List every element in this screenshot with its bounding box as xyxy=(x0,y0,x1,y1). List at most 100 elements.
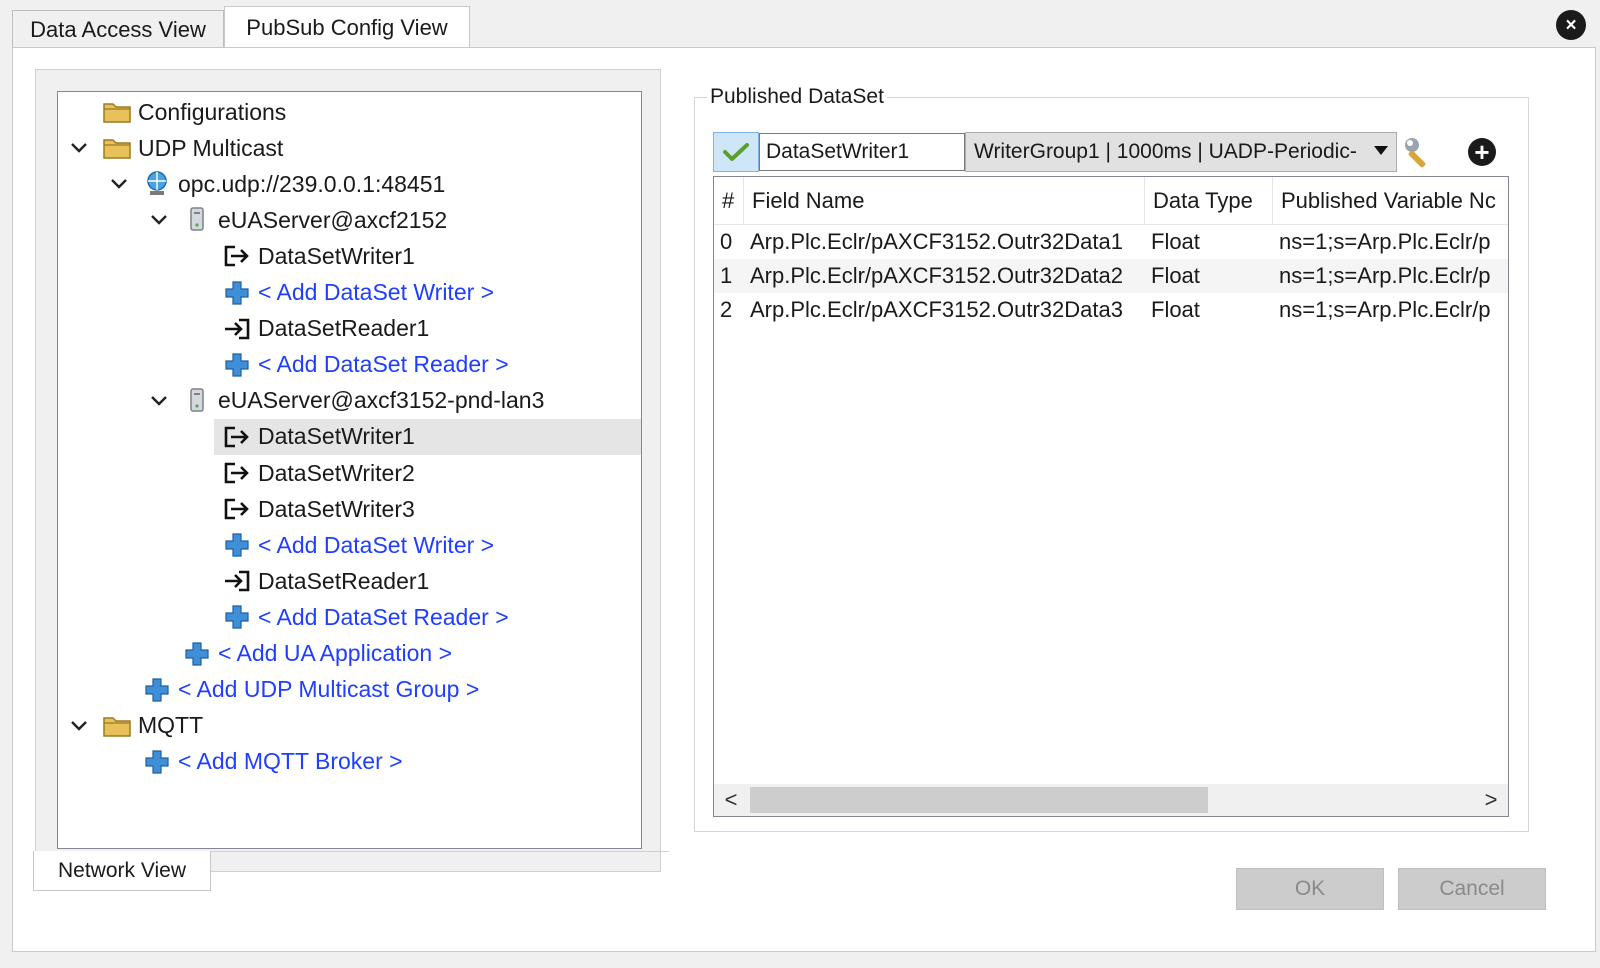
ok-button[interactable]: OK xyxy=(1236,868,1384,910)
chevron-down-icon xyxy=(1374,146,1388,155)
tab-network-view[interactable]: Network View xyxy=(33,851,211,891)
chevron-down-icon[interactable] xyxy=(108,166,130,202)
tree-node[interactable]: opc.udp://239.0.0.1:48451 xyxy=(58,166,641,202)
folder-icon xyxy=(102,94,138,130)
plus-icon xyxy=(222,275,258,311)
folder-icon xyxy=(102,708,138,744)
tree-node-label: UDP Multicast xyxy=(138,134,284,161)
tree-node[interactable]: Configurations xyxy=(58,94,641,130)
network-panel: Configurations UDP Multicast opc.udp://239… xyxy=(35,69,661,872)
chevron-down-icon[interactable] xyxy=(148,383,170,419)
tree-node[interactable]: eUAServer@axcf3152-pnd-lan3 xyxy=(58,383,641,419)
writer-name-input[interactable]: DataSetWriter1 xyxy=(759,133,965,171)
table-row[interactable]: 2 Arp.Plc.Eclr/pAXCF3152.Outr32Data3 Float… xyxy=(714,293,1508,327)
tree-node-label: Configurations xyxy=(138,98,287,125)
tab-data-access-view[interactable]: Data Access View xyxy=(12,10,224,48)
tree-node[interactable]: DataSetReader1 xyxy=(58,311,641,347)
table-cell-field: Arp.Plc.Eclr/pAXCF3152.Outr32Data3 xyxy=(750,297,1123,322)
tree-node-content[interactable]: Configurations xyxy=(102,94,294,130)
tree-node-label: DataSetWriter1 xyxy=(258,423,415,450)
tree-node-label[interactable]: < Add DataSet Reader > xyxy=(258,604,509,631)
close-icon[interactable]: × xyxy=(1556,10,1586,40)
tree-node-content[interactable]: < Add UA Application > xyxy=(182,636,460,672)
tree-node-content[interactable]: DataSetWriter2 xyxy=(222,455,423,491)
cancel-button[interactable]: Cancel xyxy=(1398,868,1546,910)
chevron-down-icon[interactable] xyxy=(148,202,170,238)
grid-header: # Field Name Data Type Published Variabl… xyxy=(714,177,1508,225)
add-field-icon[interactable]: + xyxy=(1468,138,1496,166)
tree-node-content[interactable]: UDP Multicast xyxy=(102,130,291,166)
tree-node-label: DataSetWriter2 xyxy=(258,459,415,486)
scroll-left-icon[interactable]: < xyxy=(716,784,746,816)
tree-node[interactable]: DataSetWriter1 xyxy=(58,238,641,274)
tree-node-content[interactable]: < Add DataSet Writer > xyxy=(222,527,502,563)
table-cell-type: Float xyxy=(1151,229,1200,254)
chevron-down-icon[interactable] xyxy=(68,708,90,744)
tree-node[interactable]: < Add UA Application > xyxy=(58,636,641,672)
tab-pubsub-config-view[interactable]: PubSub Config View xyxy=(224,6,470,48)
configure-button[interactable] xyxy=(1399,132,1439,172)
tree-node[interactable]: MQTT xyxy=(58,708,641,744)
tree-node[interactable]: < Add DataSet Writer > xyxy=(58,527,641,563)
horizontal-scrollbar[interactable]: < > xyxy=(714,784,1508,816)
tree-node-content[interactable]: DataSetWriter1 xyxy=(222,238,423,274)
tree-node[interactable]: DataSetWriter2 xyxy=(58,455,641,491)
column-header-index[interactable]: # xyxy=(714,177,744,225)
tree-node-label: DataSetReader1 xyxy=(258,567,430,594)
tree-node-content[interactable]: MQTT xyxy=(102,708,211,744)
network-tree[interactable]: Configurations UDP Multicast opc.udp://239… xyxy=(57,91,642,849)
tree-node[interactable]: DataSetWriter1 xyxy=(58,418,641,455)
tree-node-label[interactable]: < Add DataSet Writer > xyxy=(258,279,494,306)
table-cell-variable: ns=1;s=Arp.Plc.Eclr/p xyxy=(1279,297,1491,322)
tree-node-label[interactable]: < Add UA Application > xyxy=(218,640,452,667)
plus-icon xyxy=(222,347,258,383)
column-header-field-name[interactable]: Field Name xyxy=(744,177,1145,225)
scrollbar-thumb[interactable] xyxy=(750,787,1208,813)
tree-node[interactable]: DataSetWriter3 xyxy=(58,491,641,527)
tree-node-content[interactable]: < Add MQTT Broker > xyxy=(142,744,411,780)
writer-arrow-icon xyxy=(222,419,258,455)
tree-node-label: MQTT xyxy=(138,712,204,739)
plus-icon xyxy=(222,527,258,563)
pubsub-config-page: Configurations UDP Multicast opc.udp://239… xyxy=(12,47,1596,952)
tree-node[interactable]: < Add MQTT Broker > xyxy=(58,744,641,780)
table-cell-index: 1 xyxy=(720,263,733,288)
table-row[interactable]: 0 Arp.Plc.Eclr/pAXCF3152.Outr32Data1 Float… xyxy=(714,225,1508,259)
checkmark-icon xyxy=(723,143,749,161)
tree-node-content[interactable]: < Add UDP Multicast Group > xyxy=(142,672,487,708)
tree-node-content[interactable]: eUAServer@axcf3152-pnd-lan3 xyxy=(182,383,552,419)
tree-node-content[interactable]: eUAServer@axcf2152 xyxy=(182,202,455,238)
table-row[interactable]: 1 Arp.Plc.Eclr/pAXCF3152.Outr32Data2 Float… xyxy=(714,259,1508,293)
tree-node-label[interactable]: < Add MQTT Broker > xyxy=(178,748,403,775)
tree-node[interactable]: eUAServer@axcf2152 xyxy=(58,202,641,238)
tree-node[interactable]: < Add DataSet Reader > xyxy=(58,599,641,635)
table-cell-variable: ns=1;s=Arp.Plc.Eclr/p xyxy=(1279,229,1491,254)
tree-node-label[interactable]: < Add DataSet Reader > xyxy=(258,351,509,378)
tree-node[interactable]: < Add DataSet Reader > xyxy=(58,347,641,383)
tree-node[interactable]: < Add UDP Multicast Group > xyxy=(58,672,641,708)
published-dataset-legend: Published DataSet xyxy=(707,85,887,109)
tree-node-content[interactable]: DataSetWriter1 xyxy=(214,418,641,455)
tree-node-content[interactable]: DataSetWriter3 xyxy=(222,491,423,527)
tree-node-content[interactable]: < Add DataSet Writer > xyxy=(222,275,502,311)
apply-check-button[interactable] xyxy=(713,132,759,172)
writer-arrow-icon xyxy=(222,491,258,527)
tree-node-content[interactable]: < Add DataSet Reader > xyxy=(222,599,517,635)
plus-icon xyxy=(182,636,218,672)
tree-node-label[interactable]: < Add DataSet Writer > xyxy=(258,532,494,559)
tree-node[interactable]: UDP Multicast xyxy=(58,130,641,166)
tree-node-label[interactable]: < Add UDP Multicast Group > xyxy=(178,676,479,703)
dataset-fields-grid[interactable]: # Field Name Data Type Published Variabl… xyxy=(713,176,1509,817)
tree-node-content[interactable]: DataSetReader1 xyxy=(222,311,437,347)
tree-node[interactable]: < Add DataSet Writer > xyxy=(58,275,641,311)
chevron-down-icon[interactable] xyxy=(68,130,90,166)
tree-node-content[interactable]: DataSetReader1 xyxy=(222,563,437,599)
tree-node-label: DataSetWriter1 xyxy=(258,242,415,269)
tree-node-content[interactable]: < Add DataSet Reader > xyxy=(222,347,517,383)
scroll-right-icon[interactable]: > xyxy=(1476,784,1506,816)
column-header-published-variable[interactable]: Published Variable Nc xyxy=(1273,177,1508,225)
tree-node-content[interactable]: opc.udp://239.0.0.1:48451 xyxy=(142,166,453,202)
column-header-data-type[interactable]: Data Type xyxy=(1145,177,1273,225)
tree-node[interactable]: DataSetReader1 xyxy=(58,563,641,599)
writer-group-select[interactable]: WriterGroup1 | 1000ms | UADP-Periodic- xyxy=(965,132,1397,172)
